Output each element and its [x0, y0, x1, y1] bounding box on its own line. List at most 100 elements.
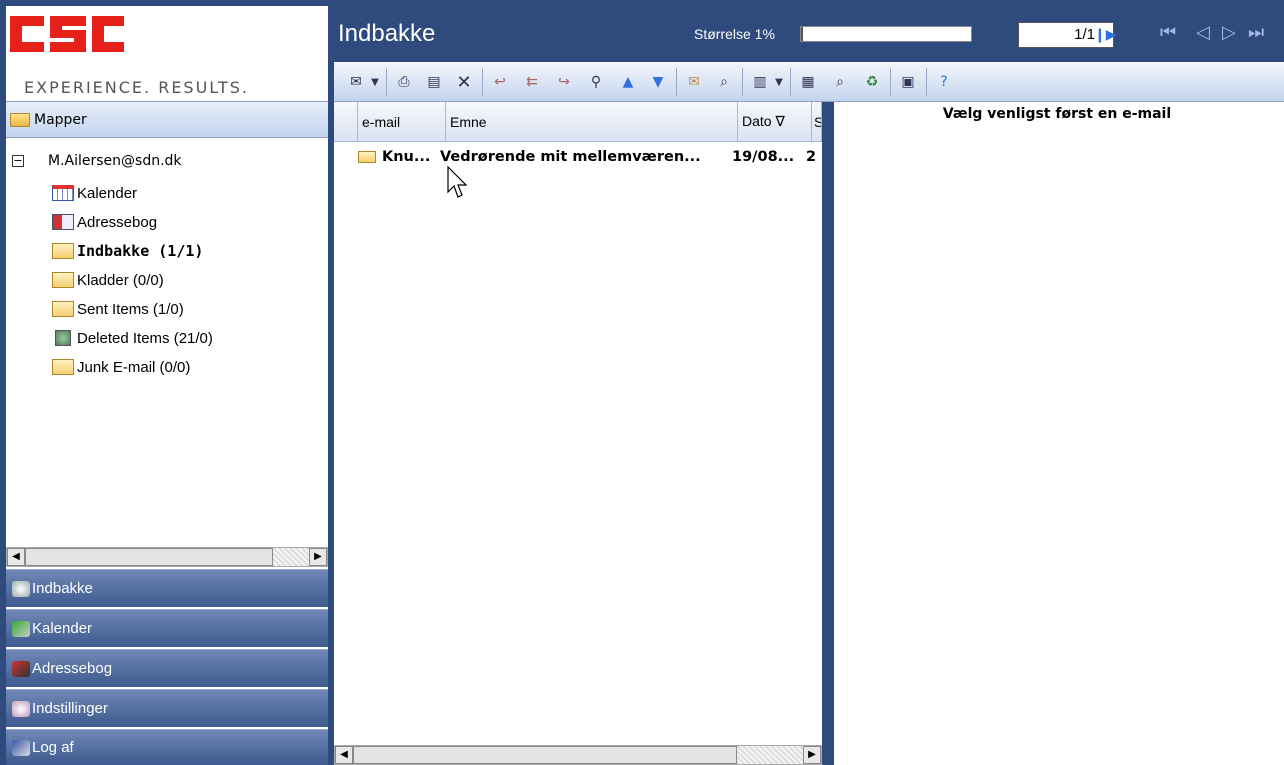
layout-dropdown-icon[interactable]: ▼ [772, 70, 786, 94]
first-page-icon[interactable]: ⏮ [1160, 24, 1176, 42]
print-icon[interactable]: ⎙ [392, 70, 416, 94]
nav-indstillinger[interactable]: Indstillinger [6, 689, 328, 727]
scroll-thumb[interactable] [25, 548, 273, 566]
prev-page-icon[interactable]: ◁ [1196, 24, 1210, 42]
message-list-scrollbar[interactable]: ◀ ▶ [334, 745, 822, 765]
envelope-icon [358, 151, 376, 163]
mouse-cursor-icon [447, 166, 467, 198]
folder-item-deleted-items[interactable]: Deleted Items (21/0) [52, 327, 213, 349]
settings-nav-icon [12, 700, 30, 717]
scroll-right-icon[interactable]: ▶ [803, 746, 821, 764]
up-arrow-icon[interactable]: ▲ [616, 70, 640, 94]
addressbook-icon [52, 214, 74, 230]
nav-label: Kalender [32, 620, 93, 637]
column-header-size[interactable]: S [812, 102, 822, 142]
mark-read-icon[interactable]: ✉ [682, 70, 706, 94]
reply-icon[interactable]: ↩ [488, 70, 512, 94]
scroll-right-icon[interactable]: ▶ [309, 548, 327, 566]
scroll-track[interactable] [273, 548, 309, 566]
nav-kalender[interactable]: Kalender [6, 609, 328, 647]
toolbar-separator [790, 68, 791, 96]
folder-item-junk-email[interactable]: Junk E-mail (0/0) [52, 356, 190, 378]
column-header-subject[interactable]: Emne [446, 102, 738, 142]
webmail-window: EXPERIENCE. RESULTS. Mapper − M.Ailersen… [0, 0, 1284, 765]
last-page-icon[interactable]: ⏭ [1248, 24, 1264, 42]
folder-item-kalender[interactable]: Kalender [52, 182, 137, 204]
folders-header-label: Mapper [34, 111, 87, 128]
folder-icon [10, 112, 30, 127]
new-message-icon[interactable]: ✉ [344, 70, 368, 94]
preview-placeholder: Vælg venligst først en e-mail [942, 106, 1172, 122]
account-node[interactable]: − M.Ailersen@sdn.dk [12, 153, 182, 169]
layout-icon[interactable]: ▥ [748, 70, 772, 94]
folder-tree: − M.Ailersen@sdn.dk Kalender Adressebog … [6, 139, 328, 549]
message-size: 2! [806, 149, 816, 165]
folder-icon [52, 243, 74, 259]
header-bar: Indbakke Størrelse 1% 1/1 ❙▶ ⏮ ◁ ▷ ⏭ [334, 6, 1284, 62]
scroll-track[interactable] [737, 746, 803, 764]
preview-pane: Vælg venligst først en e-mail [834, 102, 1284, 765]
mailbox-size-fill [801, 27, 803, 41]
folder-icon [52, 301, 74, 317]
toolbar-separator [482, 68, 483, 96]
delete-icon[interactable]: ✕ [452, 70, 476, 94]
inbox-nav-icon [12, 580, 30, 597]
view-icon[interactable]: ⌕ [712, 70, 736, 94]
brand-tagline: EXPERIENCE. RESULTS. [24, 78, 250, 97]
nav-label: Adressebog [32, 660, 113, 677]
down-arrow-icon[interactable]: ▼ [646, 70, 670, 94]
logoff-nav-icon [12, 739, 30, 756]
recycle-icon [55, 330, 71, 346]
folder-label: Indbakke (1/1) [77, 242, 204, 260]
folder-item-sent-items[interactable]: Sent Items (1/0) [52, 298, 184, 320]
folder-label: Adressebog [77, 213, 158, 231]
folder-icon [52, 272, 74, 288]
nav-adressebog[interactable]: Adressebog [6, 649, 328, 687]
message-list: e-mail Emne Dato ∇ S Knu... Vedrørende m… [334, 102, 828, 765]
next-page-icon[interactable]: ▷ [1222, 24, 1236, 42]
calendar-icon [52, 185, 74, 201]
message-from: Knu... [382, 149, 431, 165]
addressbook-icon[interactable]: ▣ [896, 70, 920, 94]
help-icon[interactable]: ? [932, 70, 956, 94]
folder-item-kladder[interactable]: Kladder (0/0) [52, 269, 164, 291]
scroll-left-icon[interactable]: ◀ [335, 746, 353, 764]
message-subject: Vedrørende mit mellemværen... [440, 149, 701, 165]
find-icon[interactable]: ⚲ [584, 70, 608, 94]
folders-header: Mapper [6, 102, 328, 138]
toolbar-separator [926, 68, 927, 96]
collapse-icon[interactable]: − [12, 155, 24, 167]
folder-label: Sent Items (1/0) [77, 300, 184, 318]
move-icon[interactable]: ▤ [422, 70, 446, 94]
calendar-nav-icon [12, 620, 30, 637]
column-header-date[interactable]: Dato ∇ [738, 102, 812, 142]
nav-log-af[interactable]: Log af [6, 729, 328, 765]
folder-tree-scrollbar[interactable]: ◀ ▶ [6, 547, 328, 567]
page-go-icon[interactable]: ❙▶ [1094, 27, 1117, 43]
folder-title: Indbakke [338, 20, 436, 47]
folder-item-adressebog[interactable]: Adressebog [52, 211, 157, 233]
column-header-email[interactable]: e-mail [358, 102, 446, 142]
brand-logo: EXPERIENCE. RESULTS. [6, 6, 328, 102]
toolbar-separator [742, 68, 743, 96]
nav-indbakke[interactable]: Indbakke [6, 569, 328, 607]
nav-label: Indbakke [32, 580, 93, 597]
scroll-thumb[interactable] [353, 746, 737, 764]
forward-icon[interactable]: ↪ [552, 70, 576, 94]
folder-icon [52, 359, 74, 375]
scroll-left-icon[interactable]: ◀ [7, 548, 25, 566]
folder-label: Deleted Items (21/0) [77, 329, 213, 347]
filter-icon[interactable]: ⌕ [828, 70, 852, 94]
addressbook-nav-icon [12, 660, 30, 677]
message-row[interactable]: Knu... Vedrørende mit mellemværen... 19/… [358, 146, 816, 168]
dropdown-arrow-icon[interactable]: ▼ [368, 70, 382, 94]
folder-label: Kalender [77, 184, 138, 202]
empty-trash-icon[interactable]: ♻ [860, 70, 884, 94]
nav-label: Log af [32, 739, 74, 756]
folder-item-indbakke[interactable]: Indbakke (1/1) [52, 240, 203, 262]
reply-all-icon[interactable]: ⇇ [520, 70, 544, 94]
column-icon-header[interactable] [334, 102, 358, 142]
message-date: 19/08... [732, 149, 795, 165]
folder-label: Junk E-mail (0/0) [77, 358, 191, 376]
options-icon[interactable]: ▦ [796, 70, 820, 94]
